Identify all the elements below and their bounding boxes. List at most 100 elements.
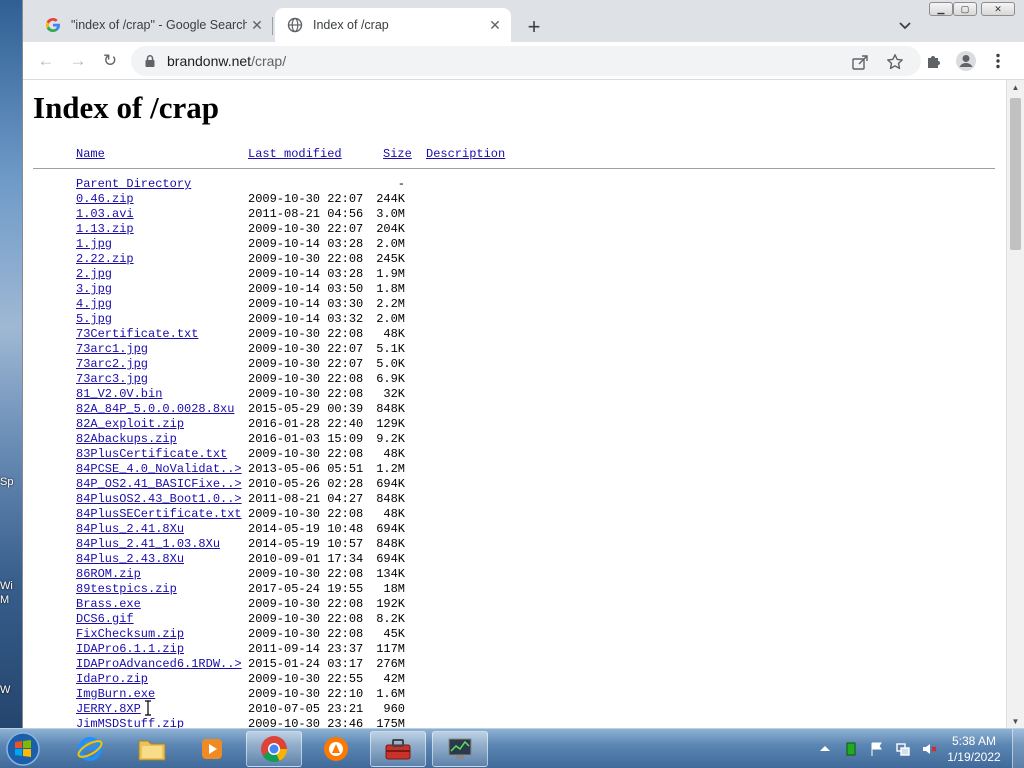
file-size: 2.0M: [376, 237, 405, 251]
start-button-windows-logo-icon[interactable]: [4, 731, 42, 767]
menu-button[interactable]: [987, 50, 1009, 72]
share-icon[interactable]: [851, 53, 869, 71]
network-icon[interactable]: [895, 741, 911, 757]
column-header-modified[interactable]: Last modified: [248, 147, 342, 161]
file-size: 48K: [383, 507, 405, 521]
file-link[interactable]: 73arc2.jpg: [76, 357, 148, 371]
vertical-scrollbar[interactable]: ▲ ▼: [1006, 80, 1024, 728]
action-center-flag-icon[interactable]: [869, 741, 885, 757]
header-divider: [33, 168, 995, 169]
media-player-icon: [202, 739, 222, 759]
taskbar-toolbox[interactable]: [370, 731, 426, 767]
file-size: 6.9K: [376, 372, 405, 386]
file-link[interactable]: 84Plus_2.41.8Xu: [76, 522, 184, 536]
file-link[interactable]: DCS6.gif: [76, 612, 134, 626]
tab-search-button[interactable]: [893, 14, 917, 38]
tab-index-of-crap[interactable]: Index of /crap ✕: [275, 8, 511, 42]
file-link[interactable]: Brass.exe: [76, 597, 141, 611]
column-header-name[interactable]: Name: [76, 147, 105, 161]
file-link[interactable]: 82A_84P_5.0.0.0028.8xu: [76, 402, 234, 416]
file-link[interactable]: 86ROM.zip: [76, 567, 141, 581]
minimize-button[interactable]: ▁: [929, 2, 953, 16]
file-link[interactable]: 1.13.zip: [76, 222, 134, 236]
file-link[interactable]: 83PlusCertificate.txt: [76, 447, 227, 461]
column-header-size[interactable]: Size: [383, 147, 412, 161]
battery-green-icon[interactable]: [843, 741, 859, 757]
avast-icon: [324, 737, 348, 761]
scroll-down-arrow-icon[interactable]: ▼: [1007, 714, 1024, 728]
file-link[interactable]: 82Abackups.zip: [76, 432, 177, 446]
file-size: 134K: [376, 567, 405, 581]
scroll-up-arrow-icon[interactable]: ▲: [1007, 80, 1024, 94]
sort-by-modified-link[interactable]: Last modified: [248, 147, 342, 161]
file-link[interactable]: 2.22.zip: [76, 252, 134, 266]
window-close-button[interactable]: ✕: [981, 2, 1015, 16]
tab-close-button[interactable]: ✕: [485, 15, 505, 35]
lock-icon[interactable]: [143, 54, 157, 68]
file-size: 18M: [383, 582, 405, 596]
address-bar[interactable]: brandonw.net/crap/: [131, 46, 921, 76]
new-tab-button[interactable]: +: [521, 14, 547, 40]
back-button[interactable]: ←: [33, 48, 59, 74]
file-link[interactable]: 84PlusOS2.43_Boot1.0..>: [76, 492, 242, 506]
file-link[interactable]: 84Plus_2.43.8Xu: [76, 552, 184, 566]
tab-google-search[interactable]: "index of /crap" - Google Search ✕: [33, 8, 273, 42]
page-title: Index of /crap: [33, 90, 219, 125]
volume-muted-icon[interactable]: [921, 741, 937, 757]
file-link[interactable]: JimMSDStuff.zip: [76, 717, 184, 728]
profile-button[interactable]: [955, 50, 977, 72]
sort-by-description-link[interactable]: Description: [426, 147, 505, 161]
taskbar-avast[interactable]: [308, 731, 364, 767]
taskbar-chrome[interactable]: [246, 731, 302, 767]
file-link[interactable]: 4.jpg: [76, 297, 112, 311]
sort-by-name-link[interactable]: Name: [76, 147, 105, 161]
file-link[interactable]: 0.46.zip: [76, 192, 134, 206]
file-link[interactable]: 81_V2.0V.bin: [76, 387, 162, 401]
show-desktop-button[interactable]: [1012, 729, 1024, 768]
file-link[interactable]: 84PCSE_4.0_NoValidat..>: [76, 462, 242, 476]
taskbar-network-monitor[interactable]: [432, 731, 488, 767]
column-header-description[interactable]: Description: [426, 147, 505, 161]
extensions-button[interactable]: [923, 50, 945, 72]
file-link[interactable]: 5.jpg: [76, 312, 112, 326]
sort-by-size-link[interactable]: Size: [383, 147, 412, 161]
file-link[interactable]: 3.jpg: [76, 282, 112, 296]
file-link[interactable]: 73arc1.jpg: [76, 342, 148, 356]
file-link[interactable]: 1.03.avi: [76, 207, 134, 221]
file-link[interactable]: IdaPro.zip: [76, 672, 148, 686]
file-link[interactable]: 84Plus_2.41_1.03.8Xu: [76, 537, 220, 551]
desktop-icon-label: W: [0, 684, 11, 696]
file-link[interactable]: 73Certificate.txt: [76, 327, 198, 341]
show-hidden-icons-arrow-icon[interactable]: [817, 741, 833, 757]
taskbar-file-explorer[interactable]: [124, 731, 180, 767]
file-link[interactable]: 82A_exploit.zip: [76, 417, 184, 431]
taskbar-clock[interactable]: 5:38 AM 1/19/2022: [944, 733, 1004, 765]
scrollbar-thumb[interactable]: [1010, 98, 1021, 250]
file-link[interactable]: ImgBurn.exe: [76, 687, 155, 701]
tab-close-button[interactable]: ✕: [247, 15, 267, 35]
file-link[interactable]: IDAPro6.1.1.zip: [76, 642, 184, 656]
file-size: 694K: [376, 477, 405, 491]
url-path: /crap/: [251, 53, 287, 69]
file-size: 848K: [376, 402, 405, 416]
file-link[interactable]: JERRY.8XP: [76, 702, 141, 716]
reload-button[interactable]: ↻: [97, 48, 123, 74]
file-size: 192K: [376, 597, 405, 611]
taskbar-media-player[interactable]: [184, 731, 240, 767]
file-link[interactable]: Parent Directory: [76, 177, 191, 191]
file-link[interactable]: 1.jpg: [76, 237, 112, 251]
text-cursor-icon: [145, 700, 151, 716]
file-link[interactable]: 73arc3.jpg: [76, 372, 148, 386]
maximize-button[interactable]: ▢: [953, 2, 977, 16]
file-link[interactable]: FixChecksum.zip: [76, 627, 184, 641]
browser-window: "index of /crap" - Google Search ✕ Index…: [22, 0, 1024, 728]
file-link[interactable]: 84P_OS2.41_BASICFixe..>: [76, 477, 242, 491]
file-link[interactable]: IDAProAdvanced6.1RDW..>: [76, 657, 242, 671]
file-link[interactable]: 84PlusSECertificate.txt: [76, 507, 242, 521]
bookmark-star-icon[interactable]: [886, 53, 904, 71]
file-link[interactable]: 89testpics.zip: [76, 582, 177, 596]
more-vertical-icon: [996, 53, 1000, 69]
forward-button[interactable]: →: [65, 48, 91, 74]
taskbar-internet-explorer[interactable]: [62, 731, 118, 767]
file-link[interactable]: 2.jpg: [76, 267, 112, 281]
